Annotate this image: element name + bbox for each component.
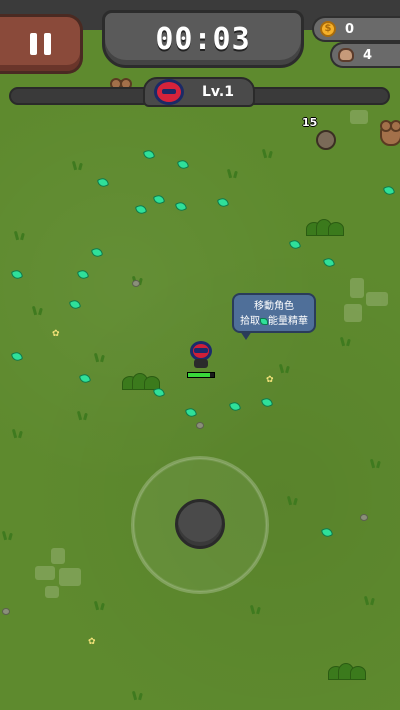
skull-icon <box>338 48 354 62</box>
energy-gem <box>228 400 242 413</box>
grass-tuft <box>368 458 384 468</box>
grass-tuft <box>75 410 91 420</box>
player-hp-bar <box>187 372 215 378</box>
survival-timer: 00:03 <box>102 10 304 68</box>
bush <box>122 373 160 390</box>
grass-tuft <box>30 305 46 315</box>
bush <box>328 663 366 680</box>
energy-gem <box>142 148 156 161</box>
grass-tuft <box>285 495 301 505</box>
ground-patch <box>340 278 392 330</box>
grass-tuft <box>92 600 108 610</box>
grass-tuft <box>12 230 28 240</box>
energy-gem <box>68 298 82 311</box>
player-avatar-icon <box>154 79 184 105</box>
timer-text: 00:03 <box>155 21 251 57</box>
energy-gem <box>78 372 92 385</box>
kill-counter: 4 <box>330 42 400 68</box>
tooltip-line-2-part-2: 能量精華 <box>268 316 308 327</box>
pebble <box>132 280 140 287</box>
flower: ✿ <box>266 375 274 385</box>
energy-gem <box>288 238 302 251</box>
bush <box>306 219 344 236</box>
grass-tuft <box>260 148 276 158</box>
tutorial-tooltip: 移動角色 拾取 能量精華 <box>232 293 316 340</box>
coin-counter: $ 0 <box>312 16 400 42</box>
tooltip-line-2-part-1: 拾取 <box>240 316 260 327</box>
flower: ✿ <box>88 637 96 647</box>
energy-gem <box>96 176 110 189</box>
grass-tuft <box>338 336 354 346</box>
hit-enemy <box>316 130 336 150</box>
energy-gem <box>184 406 198 419</box>
energy-gem <box>176 158 190 171</box>
energy-gem <box>134 203 148 216</box>
damage-number: 15 <box>302 116 318 129</box>
grass-tuft <box>225 168 241 178</box>
energy-gem <box>10 350 24 363</box>
grass-tuft <box>277 363 293 373</box>
pebble <box>196 422 204 429</box>
joystick-knob[interactable] <box>175 499 225 549</box>
energy-gem <box>382 184 396 197</box>
ground-patch <box>350 110 370 128</box>
grass-tuft <box>130 690 146 700</box>
gem-icon <box>260 317 268 325</box>
pebble <box>360 514 368 521</box>
kill-count: 4 <box>363 47 373 63</box>
tooltip-line-1: 移動角色 <box>254 301 294 312</box>
pause-icon <box>29 33 51 55</box>
energy-gem <box>322 256 336 269</box>
grass-tuft <box>248 604 264 614</box>
grass-tuft <box>70 160 86 170</box>
tooltip-line-2: 拾取 能量精華 <box>234 314 314 329</box>
level-label: Lv.1 <box>202 84 234 100</box>
grass-tuft <box>92 352 108 362</box>
energy-gem <box>152 386 166 399</box>
bear-enemy <box>380 120 400 146</box>
energy-gem <box>10 268 24 281</box>
flower: ✿ <box>52 329 60 339</box>
energy-gem <box>320 526 334 539</box>
grass-tuft <box>10 428 26 438</box>
coin-icon: $ <box>320 21 336 37</box>
coin-count: 0 <box>345 21 355 37</box>
energy-gem <box>260 396 274 409</box>
grass-tuft <box>0 530 16 540</box>
energy-gem <box>76 268 90 281</box>
grass-tuft <box>362 595 378 605</box>
energy-gem <box>90 246 104 259</box>
pause-button[interactable] <box>0 14 83 74</box>
energy-gem <box>216 196 230 209</box>
ground-patch <box>35 548 87 600</box>
energy-gem <box>174 200 188 213</box>
pebble <box>2 608 10 615</box>
player-character <box>188 341 214 369</box>
energy-gem <box>152 193 166 206</box>
